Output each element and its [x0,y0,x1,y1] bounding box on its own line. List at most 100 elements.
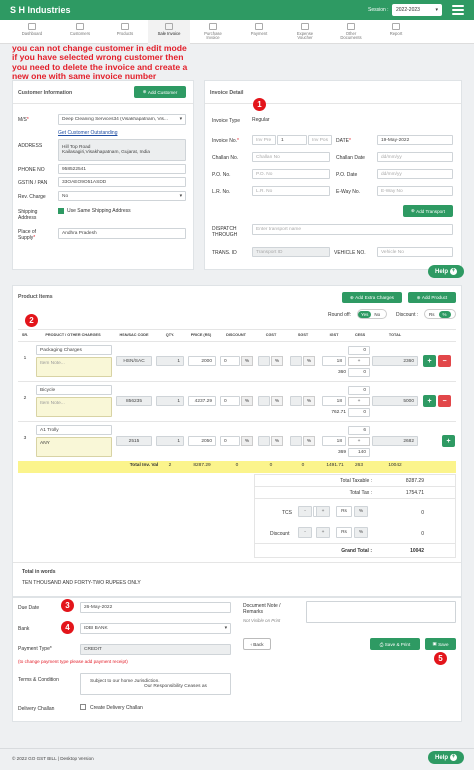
remove-row-button[interactable]: − [438,355,451,367]
invoice-prefix-field[interactable]: Inv Pre [252,135,276,145]
nav-expense-voucher[interactable]: Expense Voucher [282,20,328,44]
menu-toggle-icon[interactable] [452,5,464,15]
place-of-supply-select[interactable]: Andhra Pradesh [58,228,186,239]
discount-rs-button[interactable]: Rs [336,527,352,538]
add-transport-button[interactable]: ⊕ Add Transport [403,205,453,217]
add-row-button[interactable]: + [442,435,455,447]
po-field[interactable]: P.O. No [252,169,330,179]
add-customer-button[interactable]: ⊕ Add Customer [134,86,186,98]
session-select[interactable]: 2022-2023 ▾ [392,4,442,16]
discount-mode-pct[interactable]: % [438,310,451,318]
igst-pct-field[interactable]: 18 [322,436,346,446]
trans-id-field[interactable]: Transport ID [252,247,330,257]
tcs-minus-button[interactable]: - [298,506,312,517]
gstin-field[interactable]: 33OAEO9O51ASDD [58,177,186,187]
cess-plus[interactable]: + [348,397,370,406]
cess-pct-field[interactable]: 6 [348,426,370,435]
due-date-field[interactable]: 26-May-2022 [80,602,231,613]
help-button[interactable]: Help + [428,265,464,278]
cess-amount-field[interactable]: 140 [348,448,370,457]
discount-field[interactable]: 0 [220,396,240,406]
customer-select[interactable]: Deep Cleaning Services34 (Visakhapatnam,… [58,114,186,125]
item-note-field[interactable]: Item Note... [36,397,112,417]
challan-field[interactable]: Challan No [252,152,330,162]
nav-payment[interactable]: Payment [236,20,282,44]
price-field[interactable]: 2050 [188,436,216,446]
round-off-toggle[interactable]: Yes No [357,309,387,319]
add-product-button[interactable]: ⊕ Add Product [408,292,456,303]
price-field[interactable]: 4237.29 [188,396,216,406]
hsn-field[interactable]: 2515 [116,436,152,446]
discount-mode-rs[interactable]: Rs [425,311,439,318]
nav-report[interactable]: Report [374,20,418,44]
add-row-button[interactable]: + [423,395,436,407]
save-print-button[interactable]: ⎙ Save & Print [370,638,420,650]
address-field[interactable]: Hill Top Road Kailasagiri,Visakhapatnam,… [58,139,186,161]
round-off-no[interactable]: No [371,311,383,318]
cess-amount-field[interactable]: 0 [348,408,370,417]
cess-plus[interactable]: + [348,357,370,366]
back-button[interactable]: ‹ Back [243,638,271,650]
cess-pct-field[interactable]: 0 [348,346,370,355]
discount-field[interactable]: 0 [220,356,240,366]
invoice-date-field[interactable]: 19-May-2022 [377,135,453,145]
dispatch-field[interactable]: Enter transport name [252,224,453,235]
nav-sale-invoice[interactable]: Sale Invoice [148,20,190,44]
lr-field[interactable]: L.R. No [252,186,330,196]
tcs-pct-button[interactable]: % [354,506,368,517]
hsn-field[interactable]: HSN/SAC [116,356,152,366]
nav-dashboard[interactable]: Dashboard [8,20,56,44]
product-name-field[interactable]: A1 Trolly [36,425,112,435]
item-note-field[interactable]: Item Note... [36,357,112,377]
terms-field[interactable]: Subject to our home Jurisdiction. Our Re… [80,673,231,695]
help-button-footer[interactable]: Help + [428,751,464,764]
discount-field[interactable]: 0 [220,436,240,446]
row-total-field[interactable]: 2360 [372,356,418,366]
product-name-field[interactable]: Bicycle [36,385,112,395]
discount-pct-button[interactable]: % [354,527,368,538]
invoice-postfix-field[interactable]: Inv Pos [308,135,332,145]
igst-pct-field[interactable]: 18 [322,396,346,406]
document-note-field[interactable] [306,601,456,623]
tcs-rs-button[interactable]: Rs [336,506,352,517]
receipt-icon [301,23,309,30]
row-total-field[interactable]: 2682 [372,436,418,446]
bank-select[interactable]: IDBI BANK ▾ [80,623,231,634]
nav-products[interactable]: Products [102,20,148,44]
tcs-plus-button[interactable]: + [316,506,330,517]
invoice-number-field[interactable]: 1 [277,135,307,145]
vehicle-field[interactable]: Vehicle No [377,247,453,257]
payment-type-field[interactable]: CREDIT [80,644,231,655]
igst-pct-field[interactable]: 18 [322,356,346,366]
customer-outstanding-link[interactable]: Get Customer Outstanding [58,130,117,136]
discount-mode-toggle[interactable]: Rs % [424,309,456,319]
phone-field[interactable]: 958522541 [58,164,186,174]
qty-field[interactable]: 1 [156,396,184,406]
challan-date-field[interactable]: dd/mm/yy [377,152,453,162]
same-shipping-checkbox[interactable] [58,208,64,214]
po-date-field[interactable]: dd/mm/yy [377,169,453,179]
round-off-yes[interactable]: Yes [358,310,372,318]
add-extra-charges-button[interactable]: ⊕ Add Extra Charges [342,292,402,303]
qty-field[interactable]: 1 [156,436,184,446]
price-field[interactable]: 2000 [188,356,216,366]
qty-field[interactable]: 1 [156,356,184,366]
add-row-button[interactable]: + [423,355,436,367]
nav-other-documents[interactable]: Other Documents [328,20,374,44]
cess-amount-field[interactable]: 0 [348,368,370,377]
eway-field[interactable]: E-Way No [377,186,453,196]
discount-minus-button[interactable]: - [298,527,312,538]
nav-customers[interactable]: Customers [56,20,104,44]
create-delivery-challan-checkbox[interactable] [80,704,86,710]
item-note-field[interactable]: ANY [36,437,112,457]
cess-pct-field[interactable]: 0 [348,386,370,395]
nav-purchase-invoice[interactable]: Purchase Invoice [190,20,236,44]
product-name-field[interactable]: Packaging Charges [36,345,112,355]
rev-charge-select[interactable]: No ▾ [58,191,186,201]
hsn-field[interactable]: 856235 [116,396,152,406]
row-total-field[interactable]: 5000 [372,396,418,406]
remove-row-button[interactable]: − [438,395,451,407]
discount-plus-button[interactable]: + [316,527,330,538]
save-button[interactable]: ▣ Save [425,638,456,650]
cess-plus[interactable]: + [348,437,370,446]
